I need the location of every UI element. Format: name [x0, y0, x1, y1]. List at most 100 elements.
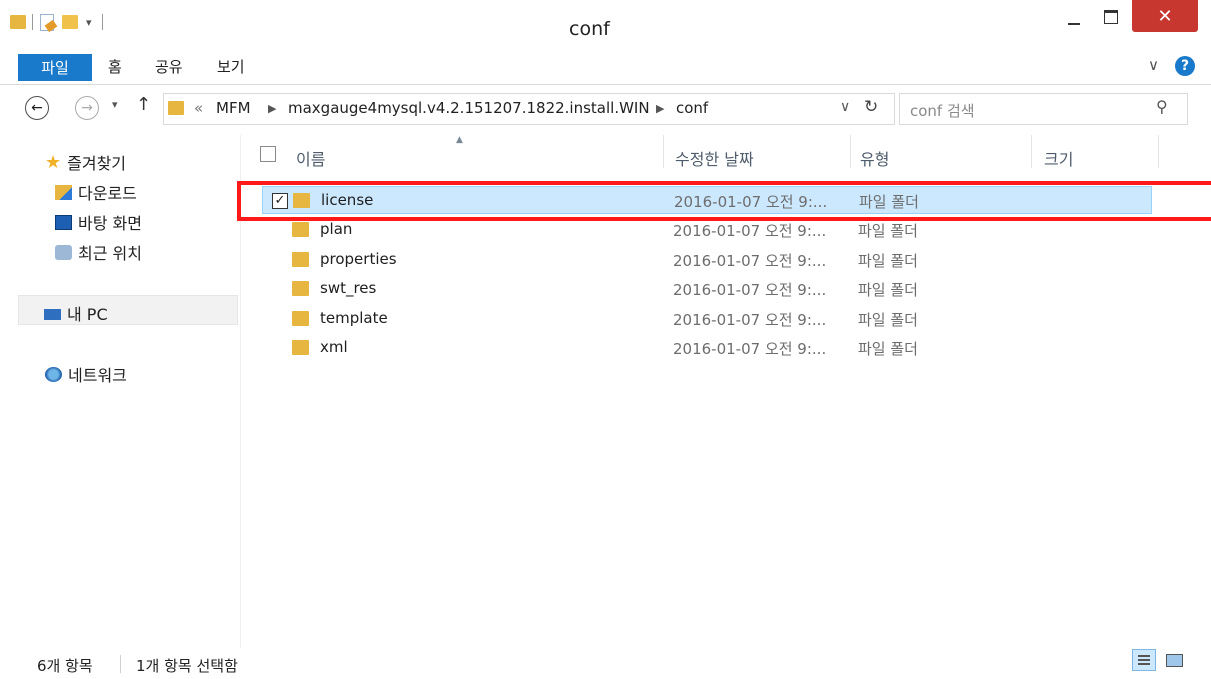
customize-toolbar-icon[interactable]: ▾: [86, 16, 92, 29]
maximize-button[interactable]: [1095, 0, 1127, 34]
file-name[interactable]: properties: [320, 250, 397, 268]
column-divider[interactable]: [1158, 135, 1159, 168]
search-input[interactable]: conf 검색: [910, 100, 975, 121]
file-modified: 2016-01-07 오전 9:...: [673, 340, 827, 358]
close-icon: ✕: [1157, 5, 1173, 27]
tab-home[interactable]: 홈: [108, 56, 122, 77]
nav-favorites[interactable]: ★ 즐겨찾기: [45, 150, 126, 174]
file-type: 파일 폴더: [858, 281, 918, 299]
window-title: conf: [569, 18, 610, 40]
table-row[interactable]: template 2016-01-07 오전 9:... 파일 폴더: [262, 304, 1152, 332]
nav-this-pc[interactable]: 내 PC: [44, 301, 108, 325]
address-dropdown-icon[interactable]: ∨: [840, 99, 850, 115]
nav-this-pc-label: 내 PC: [67, 305, 108, 324]
file-type: 파일 폴더: [858, 340, 918, 358]
nav-favorites-label: 즐겨찾기: [67, 154, 127, 173]
close-button[interactable]: ✕: [1132, 0, 1198, 32]
nav-network[interactable]: 네트워크: [45, 362, 127, 386]
downloads-icon: [55, 184, 72, 200]
file-name[interactable]: xml: [320, 338, 348, 356]
computer-icon: [44, 308, 61, 320]
help-icon[interactable]: ?: [1175, 56, 1195, 76]
minimize-button[interactable]: [1058, 0, 1090, 34]
forward-arrow-icon[interactable]: →: [75, 96, 99, 120]
folder-icon: [292, 252, 309, 267]
nav-desktop[interactable]: 바탕 화면: [55, 210, 142, 234]
file-modified: 2016-01-07 오전 9:...: [673, 281, 827, 299]
title-bar: ▾ conf ✕: [0, 0, 1211, 50]
minimize-icon: [1068, 23, 1080, 25]
navigation-pane: ★ 즐겨찾기 다운로드 바탕 화면 최근 위치 내 PC 네트워크: [0, 135, 240, 648]
recent-places-icon: [55, 244, 72, 260]
file-name[interactable]: template: [320, 309, 388, 327]
properties-icon[interactable]: [40, 14, 58, 33]
table-row[interactable]: properties 2016-01-07 오전 9:... 파일 폴더: [262, 245, 1152, 273]
new-folder-icon[interactable]: [62, 15, 78, 29]
column-modified[interactable]: 수정한 날짜: [675, 146, 754, 170]
nav-recent-label: 최근 위치: [78, 244, 142, 263]
column-divider[interactable]: [1031, 135, 1032, 168]
search-icon[interactable]: ⚲: [1156, 97, 1168, 116]
column-type[interactable]: 유형: [860, 146, 889, 170]
select-all-checkbox[interactable]: [260, 146, 276, 162]
file-modified: 2016-01-07 오전 9:...: [673, 252, 827, 270]
column-divider[interactable]: [850, 135, 851, 168]
table-row[interactable]: swt_res 2016-01-07 오전 9:... 파일 폴더: [262, 274, 1152, 302]
selection-count: 1개 항목 선택함: [136, 657, 238, 675]
toolbar-divider: [102, 14, 103, 30]
file-modified: 2016-01-07 오전 9:...: [673, 311, 827, 329]
tab-view[interactable]: 보기: [217, 56, 245, 77]
breadcrumb-overflow[interactable]: «: [194, 99, 203, 117]
expand-ribbon-icon[interactable]: ∨: [1148, 56, 1159, 74]
address-bar[interactable]: « MFM ▶ maxgauge4mysql.v4.2.151207.1822.…: [163, 93, 895, 125]
folder-icon: [292, 311, 309, 326]
search-box[interactable]: conf 검색 ⚲: [899, 93, 1188, 125]
breadcrumb-mfm[interactable]: MFM: [216, 99, 251, 117]
sort-ascending-icon: ▲: [456, 135, 463, 145]
nav-downloads-label: 다운로드: [78, 184, 137, 203]
folder-icon: [168, 101, 184, 115]
details-view-icon[interactable]: [1132, 649, 1156, 671]
tab-share[interactable]: 공유: [155, 56, 183, 77]
network-icon: [45, 366, 62, 382]
file-type: 파일 폴더: [858, 311, 918, 329]
table-row[interactable]: xml 2016-01-07 오전 9:... 파일 폴더: [262, 333, 1152, 361]
recent-locations-dropdown-icon[interactable]: ▾: [112, 98, 118, 111]
column-name[interactable]: 이름: [296, 146, 325, 170]
file-type: 파일 폴더: [858, 252, 918, 270]
item-count: 6개 항목: [37, 657, 93, 675]
ribbon: 파일 홈 공유 보기 ∨ ?: [0, 50, 1211, 85]
address-row: ← → ▾ ↑ « MFM ▶ maxgauge4mysql.v4.2.1512…: [0, 85, 1211, 131]
nav-downloads[interactable]: 다운로드: [55, 180, 137, 204]
nav-this-pc-row[interactable]: 내 PC: [18, 295, 238, 325]
file-name[interactable]: plan: [320, 220, 352, 238]
up-arrow-icon[interactable]: ↑: [136, 94, 151, 115]
maximize-icon: [1104, 10, 1118, 24]
file-name[interactable]: swt_res: [320, 279, 376, 297]
folder-icon[interactable]: [10, 15, 26, 29]
folder-icon: [292, 340, 309, 355]
tab-file[interactable]: 파일: [18, 54, 92, 81]
breadcrumb-install[interactable]: maxgauge4mysql.v4.2.151207.1822.install.…: [288, 99, 650, 117]
folder-icon: [292, 222, 309, 237]
favorites-star-icon: ★: [45, 151, 62, 173]
status-bar: 6개 항목 1개 항목 선택함: [0, 648, 1211, 679]
breadcrumb-chevron-icon[interactable]: ▶: [268, 102, 276, 115]
breadcrumb-conf[interactable]: conf: [676, 99, 708, 117]
large-icons-view-icon[interactable]: [1162, 649, 1186, 671]
nav-recent[interactable]: 최근 위치: [55, 240, 142, 264]
refresh-icon[interactable]: ↻: [864, 97, 878, 117]
column-divider[interactable]: [663, 135, 664, 168]
desktop-icon: [55, 214, 72, 230]
nav-desktop-label: 바탕 화면: [78, 214, 142, 233]
quick-access-toolbar: ▾: [8, 12, 138, 34]
file-modified: 2016-01-07 오전 9:...: [673, 222, 827, 240]
highlight-annotation-box: [237, 181, 1211, 221]
folder-icon: [292, 281, 309, 296]
nav-network-label: 네트워크: [68, 366, 127, 385]
back-arrow-icon[interactable]: ←: [25, 96, 49, 120]
file-type: 파일 폴더: [858, 222, 918, 240]
breadcrumb-chevron-icon[interactable]: ▶: [656, 102, 664, 115]
status-divider: [120, 655, 121, 673]
column-size[interactable]: 크기: [1044, 146, 1073, 170]
